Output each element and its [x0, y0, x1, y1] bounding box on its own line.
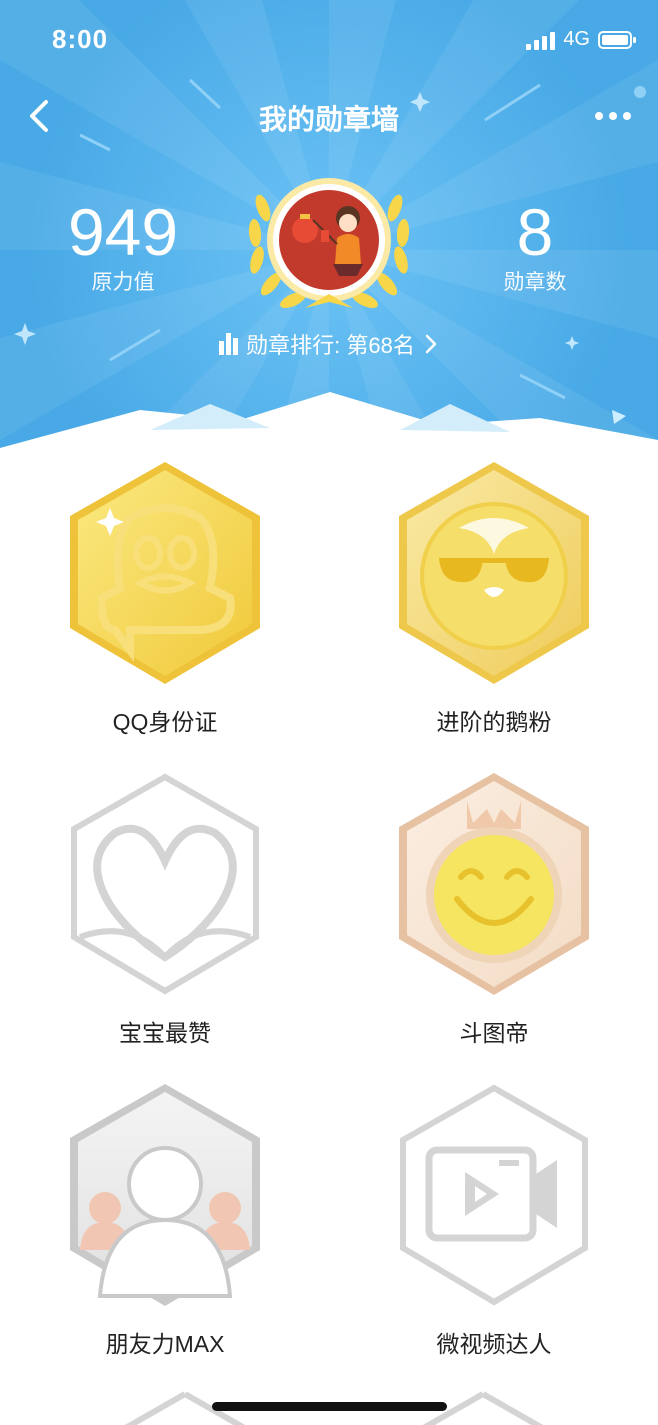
badge-label: 宝宝最赞 [119, 1020, 211, 1046]
home-indicator[interactable] [212, 1402, 447, 1411]
dot [609, 112, 617, 120]
medal-rank-link[interactable]: 勋章排行: 第68名 [0, 328, 658, 360]
avatar[interactable] [245, 168, 413, 318]
signal-icon [526, 30, 556, 50]
force-value: 949 [67, 195, 179, 269]
heart-outline-icon [71, 773, 259, 995]
medal-count-label: 勋章数 [503, 271, 567, 294]
qq-penguin-gold-icon [70, 462, 260, 684]
video-camera-icon [400, 1084, 588, 1306]
medal-count-stat: 8 勋章数 [445, 196, 625, 298]
badge-grid: QQ身份证 进阶的鹅粉 宝宝最赞 斗图帝 朋友力MAX 微视频达人 [0, 455, 658, 1388]
badge-qq-identity[interactable]: QQ身份证 [0, 455, 330, 766]
badge-meme-king[interactable]: 斗图帝 [330, 766, 658, 1077]
bar-chart-icon [219, 333, 239, 355]
status-indicators: 4G [526, 28, 636, 51]
badge-label: QQ身份证 [112, 709, 218, 735]
dot [623, 112, 631, 120]
force-value-stat: 949 原力值 [33, 196, 213, 298]
badge-label: 斗图帝 [459, 1020, 529, 1046]
badge-friend-power-max[interactable]: 朋友力MAX [0, 1077, 330, 1388]
dot [595, 112, 603, 120]
smiley-crown-icon [399, 773, 589, 995]
status-time: 8:00 [52, 24, 109, 54]
page-title: 我的勋章墙 [258, 104, 399, 135]
battery-icon [598, 30, 636, 49]
badge-baby-best[interactable]: 宝宝最赞 [0, 766, 330, 1077]
force-value-label: 原力值 [91, 271, 155, 294]
penguin-sunglasses-gold-icon [399, 462, 589, 684]
badge-label: 进阶的鹅粉 [436, 709, 552, 735]
header: 8:00 4G 我的勋章墙 949 原力值 8 勋章数 勋章排行: 第68名 [0, 0, 658, 460]
laurel-avatar-frame [248, 178, 410, 309]
medal-rank-text: 勋章排行: 第68名 [246, 333, 415, 358]
network-type: 4G [563, 28, 590, 50]
medal-count: 8 [516, 195, 554, 269]
badge-advanced-fan[interactable]: 进阶的鹅粉 [330, 455, 658, 766]
badge-label: 微视频达人 [436, 1331, 552, 1357]
friends-silhouette-icon [70, 1084, 260, 1306]
badge-label: 朋友力MAX [105, 1331, 225, 1357]
more-options-button[interactable] [592, 104, 634, 128]
badge-micro-video-expert[interactable]: 微视频达人 [330, 1077, 658, 1388]
chevron-right-icon [425, 334, 437, 354]
